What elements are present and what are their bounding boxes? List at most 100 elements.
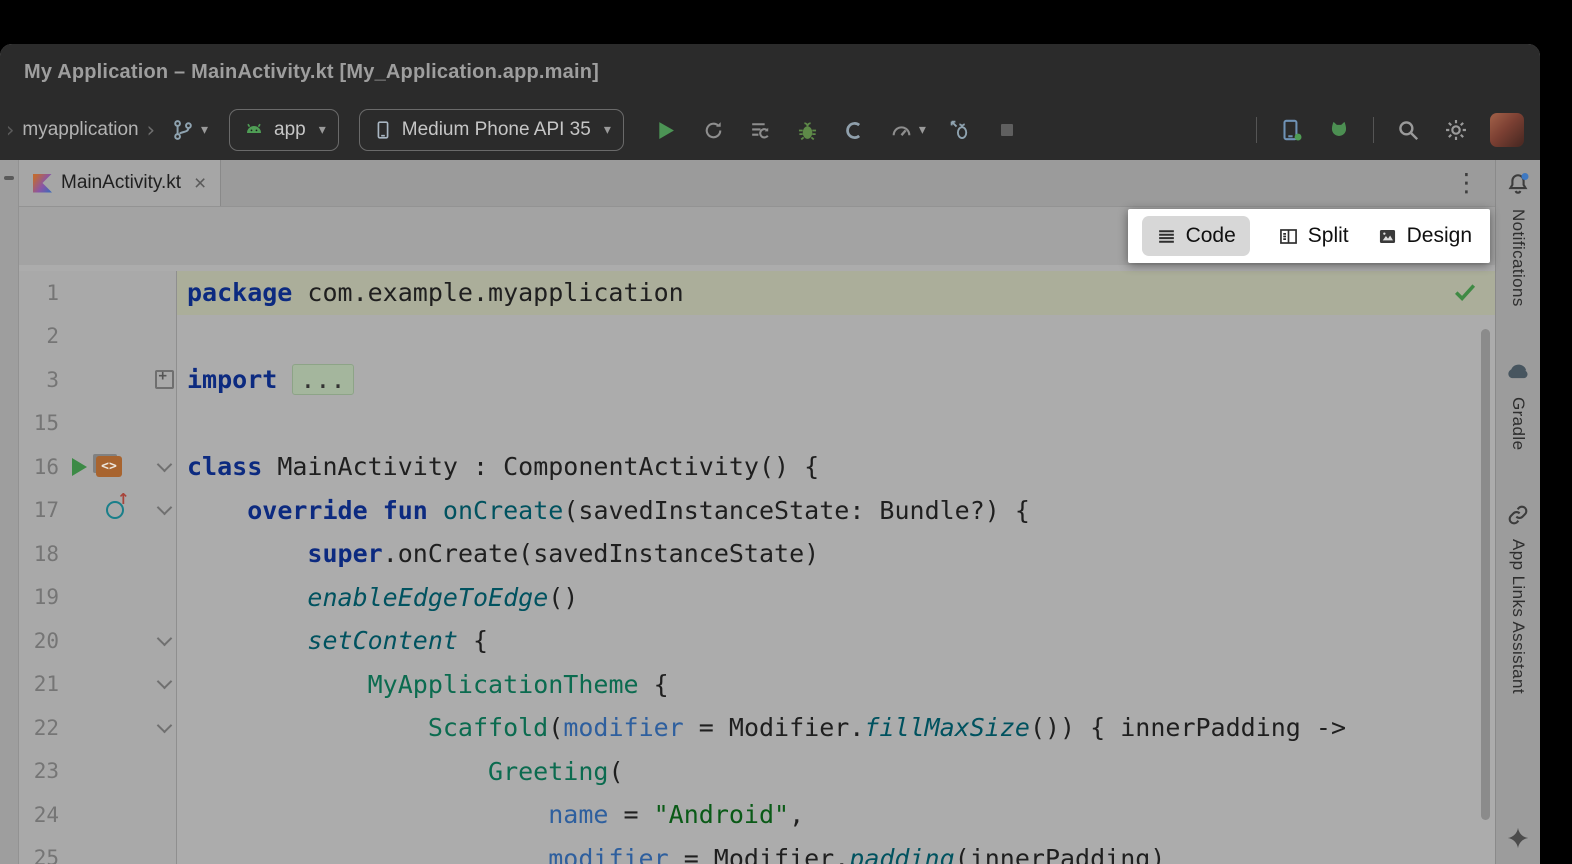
code-text[interactable] bbox=[177, 402, 1495, 446]
code-line: 21 MyApplicationTheme { bbox=[19, 663, 1495, 707]
gauge-icon bbox=[889, 118, 914, 143]
code-text[interactable]: super.onCreate(savedInstanceState) bbox=[177, 532, 1495, 576]
code-line: 16class MainActivity : ComponentActivity… bbox=[19, 445, 1495, 489]
close-tab-icon[interactable]: × bbox=[194, 173, 206, 194]
attach-debugger-button[interactable] bbox=[948, 118, 973, 143]
code-text[interactable]: Scaffold(modifier = Modifier.fillMaxSize… bbox=[177, 706, 1495, 750]
code-lines: 1package com.example.myapplication 2 3impo… bbox=[19, 271, 1495, 864]
gutter: 24 bbox=[19, 793, 177, 837]
editor-column: MainActivity.kt × ⋮ Code Split bbox=[19, 160, 1495, 864]
gutter: 20 bbox=[19, 619, 177, 663]
code-editor[interactable]: 1package com.example.myapplication 2 3impo… bbox=[19, 265, 1495, 864]
line-number: 15 bbox=[19, 411, 59, 435]
line-number: 2 bbox=[19, 324, 59, 348]
gemini-star-icon bbox=[1505, 825, 1531, 851]
code-text[interactable]: package com.example.myapplication bbox=[177, 271, 1495, 315]
tool-stripe-gradle[interactable]: Gradle bbox=[1508, 397, 1528, 450]
line-number: 22 bbox=[19, 716, 59, 740]
code-text[interactable]: modifier = Modifier.padding(innerPadding… bbox=[177, 837, 1495, 864]
inspections-ok-icon[interactable] bbox=[1451, 278, 1479, 311]
code-text[interactable]: MyApplicationTheme { bbox=[177, 663, 1495, 707]
vcs-branch-button[interactable]: ▾ bbox=[170, 117, 208, 143]
toolbar-separator bbox=[1256, 117, 1257, 143]
run-line-gutter-icon[interactable] bbox=[72, 458, 87, 476]
view-mode-split[interactable]: Split bbox=[1278, 224, 1349, 248]
line-number: 19 bbox=[19, 585, 59, 609]
apply-changes-icon bbox=[701, 118, 726, 143]
breadcrumb-chevron-icon: › bbox=[147, 118, 155, 142]
app-links-icon bbox=[1505, 502, 1531, 528]
kotlin-file-icon bbox=[33, 174, 52, 193]
line-number: 17 bbox=[19, 498, 59, 522]
device-manager-button[interactable] bbox=[1278, 117, 1304, 143]
editor-scrollbar[interactable] bbox=[1481, 329, 1490, 820]
collapse-fold-icon[interactable] bbox=[156, 674, 172, 690]
debug-bug-icon bbox=[795, 118, 820, 143]
window-title: My Application – MainActivity.kt [My_App… bbox=[24, 61, 599, 84]
collapse-fold-icon[interactable] bbox=[156, 630, 172, 646]
code-line: 25 modifier = Modifier.padding(innerPadd… bbox=[19, 837, 1495, 864]
editor-toolbar: Code Split Design bbox=[19, 206, 1495, 265]
code-line: 20 setContent { bbox=[19, 619, 1495, 663]
line-number: 24 bbox=[19, 803, 59, 827]
apply-code-changes-button[interactable] bbox=[748, 118, 773, 143]
settings-button[interactable] bbox=[1443, 117, 1469, 143]
collapse-fold-icon[interactable] bbox=[156, 717, 172, 733]
code-text[interactable]: Greeting( bbox=[177, 750, 1495, 794]
code-text[interactable] bbox=[177, 315, 1495, 359]
editor-tab-bar: MainActivity.kt × ⋮ bbox=[19, 160, 1495, 206]
stop-button[interactable] bbox=[995, 118, 1019, 142]
collapse-fold-icon[interactable] bbox=[156, 456, 172, 472]
overrides-method-gutter-icon[interactable] bbox=[106, 501, 124, 519]
gemini-button[interactable] bbox=[1505, 825, 1531, 856]
split-view-icon bbox=[1278, 226, 1299, 247]
code-text[interactable]: enableEdgeToEdge() bbox=[177, 576, 1495, 620]
design-view-icon bbox=[1377, 226, 1398, 247]
chevron-down-icon: ▾ bbox=[319, 122, 326, 138]
view-mode-code[interactable]: Code bbox=[1142, 216, 1250, 256]
breadcrumb[interactable]: myapplication bbox=[22, 119, 138, 141]
tool-stripe-notifications[interactable]: Notifications bbox=[1508, 209, 1528, 307]
gradle-button[interactable] bbox=[1505, 359, 1532, 391]
run-button[interactable] bbox=[652, 117, 679, 144]
gutter: 22 bbox=[19, 706, 177, 750]
view-mode-design-label: Design bbox=[1407, 224, 1472, 248]
notifications-button[interactable] bbox=[1504, 170, 1532, 203]
gutter: 17 bbox=[19, 489, 177, 533]
line-number: 20 bbox=[19, 629, 59, 653]
code-line: 2 bbox=[19, 315, 1495, 359]
device-selector[interactable]: Medium Phone API 35 ▾ bbox=[359, 109, 624, 151]
tab-mainactivity[interactable]: MainActivity.kt × bbox=[19, 160, 221, 206]
code-text[interactable]: class MainActivity : ComponentActivity()… bbox=[177, 445, 1495, 489]
apply-changes-button[interactable] bbox=[701, 118, 726, 143]
gutter: 3 bbox=[19, 358, 177, 402]
gutter: 21 bbox=[19, 663, 177, 707]
code-view-icon bbox=[1156, 226, 1177, 247]
run-configuration-selector[interactable]: app ▾ bbox=[229, 109, 339, 151]
expand-fold-icon[interactable] bbox=[155, 370, 174, 389]
search-everywhere-button[interactable] bbox=[1395, 117, 1421, 143]
view-mode-design[interactable]: Design bbox=[1377, 224, 1472, 248]
device-manager-icon bbox=[1278, 117, 1304, 143]
code-line: 15 bbox=[19, 402, 1495, 446]
code-line: 1package com.example.myapplication bbox=[19, 271, 1495, 315]
code-text[interactable]: setContent { bbox=[177, 619, 1495, 663]
title-bar: My Application – MainActivity.kt [My_App… bbox=[0, 44, 1540, 100]
tool-stripe-app-links[interactable]: App Links Assistant bbox=[1508, 539, 1528, 694]
chevron-down-icon: ▾ bbox=[604, 122, 611, 138]
profiler-button[interactable] bbox=[842, 118, 867, 143]
ide-window: My Application – MainActivity.kt [My_App… bbox=[0, 44, 1540, 864]
tool-stripe-handle[interactable] bbox=[4, 176, 14, 180]
code-text[interactable]: override fun onCreate(savedInstanceState… bbox=[177, 489, 1495, 533]
gutter: 2 bbox=[19, 315, 177, 359]
app-links-assistant-button[interactable] bbox=[1505, 502, 1531, 533]
code-text[interactable]: import ... bbox=[177, 358, 1495, 402]
settings-gear-icon bbox=[1443, 117, 1469, 143]
user-avatar[interactable] bbox=[1490, 113, 1524, 147]
debug-button[interactable] bbox=[795, 118, 820, 143]
collapse-fold-icon[interactable] bbox=[156, 500, 172, 516]
code-text[interactable]: name = "Android", bbox=[177, 793, 1495, 837]
more-options-icon[interactable]: ⋮ bbox=[1454, 168, 1479, 197]
logcat-button[interactable] bbox=[1326, 117, 1352, 143]
profile-low-overhead-button[interactable]: ▾ bbox=[889, 118, 926, 143]
